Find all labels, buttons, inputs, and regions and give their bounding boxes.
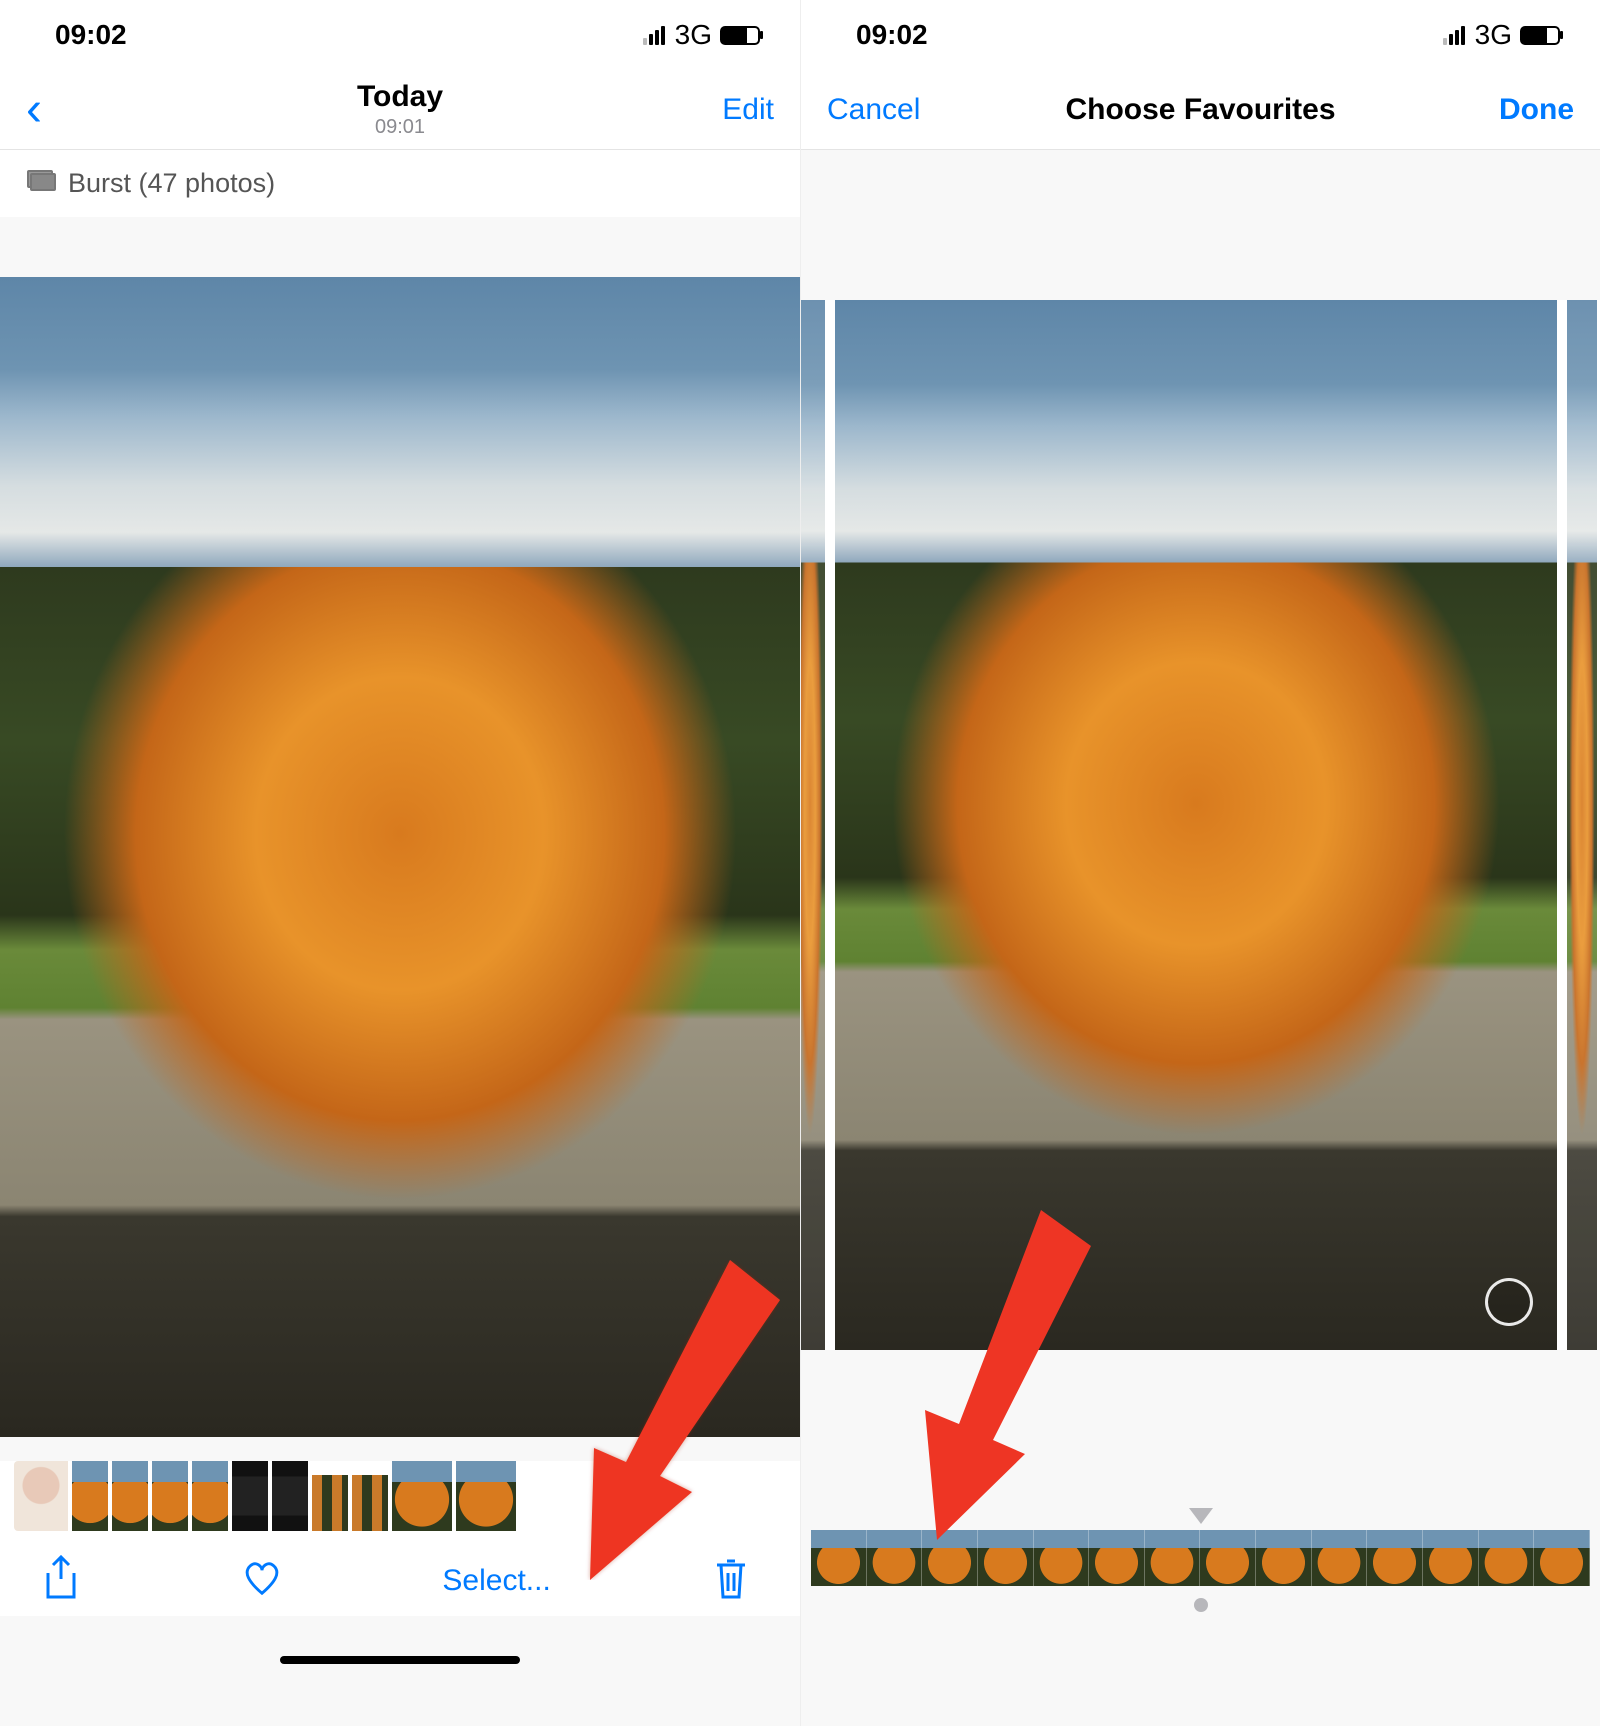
- status-time: 09:02: [55, 19, 127, 51]
- thumbnail[interactable]: [312, 1461, 348, 1531]
- burst-label: Burst (47 photos): [68, 168, 275, 199]
- thumbnail[interactable]: [352, 1461, 388, 1531]
- thumbnail-strip[interactable]: [0, 1461, 800, 1531]
- status-bar: 09:02 3G: [801, 0, 1600, 70]
- favorite-button[interactable]: [241, 1555, 283, 1606]
- photo-next-sliver[interactable]: [1567, 300, 1597, 1350]
- scrubber-frame[interactable]: [867, 1530, 923, 1586]
- scrubber-marker-icon: [1189, 1508, 1213, 1524]
- status-time: 09:02: [856, 19, 928, 51]
- main-photo-area: [0, 277, 800, 1437]
- done-button[interactable]: Done: [1499, 93, 1574, 127]
- network-label: 3G: [1475, 19, 1512, 51]
- scrubber-frame[interactable]: [811, 1530, 867, 1586]
- nav-title: Today 09:01: [206, 80, 594, 139]
- share-button[interactable]: [40, 1555, 82, 1606]
- nav-title-main: Today: [206, 80, 594, 114]
- selection-circle[interactable]: [1485, 1278, 1533, 1326]
- back-button[interactable]: ‹: [26, 86, 42, 134]
- nav-bar: Cancel Choose Favourites Done: [801, 70, 1600, 150]
- scrubber-frame[interactable]: [1089, 1530, 1145, 1586]
- select-button[interactable]: Select...: [442, 1564, 550, 1598]
- thumbnail[interactable]: [192, 1461, 228, 1531]
- scrubber-frame[interactable]: [1200, 1530, 1256, 1586]
- thumbnail[interactable]: [456, 1461, 516, 1531]
- favourites-photo-area[interactable]: [801, 300, 1600, 1350]
- thumbnail[interactable]: [152, 1461, 188, 1531]
- nav-bar: ‹ Today 09:01 Edit: [0, 70, 800, 150]
- thumbnail[interactable]: [272, 1461, 308, 1531]
- choose-favourites-view: 09:02 3G Cancel Choose Favourites Done: [800, 0, 1600, 1726]
- status-right: 3G: [643, 19, 760, 51]
- scrubber-frame[interactable]: [922, 1530, 978, 1586]
- scrubber-frame[interactable]: [1534, 1530, 1590, 1586]
- thumbnail[interactable]: [392, 1461, 452, 1531]
- scrubber-frame[interactable]: [1256, 1530, 1312, 1586]
- scrubber-frame[interactable]: [1367, 1530, 1423, 1586]
- edit-button[interactable]: Edit: [722, 93, 774, 127]
- scrubber-frame[interactable]: [1423, 1530, 1479, 1586]
- home-indicator[interactable]: [280, 1656, 520, 1664]
- status-right: 3G: [1443, 19, 1560, 51]
- nav-title: Choose Favourites: [1007, 93, 1394, 127]
- signal-icon: [1443, 26, 1465, 45]
- thumbnail[interactable]: [14, 1461, 68, 1531]
- signal-icon: [643, 26, 665, 45]
- thumbnail[interactable]: [72, 1461, 108, 1531]
- thumbnail[interactable]: [112, 1461, 148, 1531]
- burst-photo[interactable]: [0, 277, 800, 1437]
- status-bar: 09:02 3G: [0, 0, 800, 70]
- battery-icon: [1520, 26, 1560, 45]
- scrubber-frame[interactable]: [1145, 1530, 1201, 1586]
- burst-label-row: Burst (47 photos): [0, 150, 800, 217]
- scrubber-dot-icon: [1194, 1598, 1208, 1612]
- scrubber-frame[interactable]: [978, 1530, 1034, 1586]
- scrubber-frame[interactable]: [1034, 1530, 1090, 1586]
- scrubber[interactable]: [801, 1530, 1600, 1586]
- network-label: 3G: [675, 19, 712, 51]
- thumbnail[interactable]: [232, 1461, 268, 1531]
- photo-prev-sliver[interactable]: [801, 300, 825, 1350]
- cancel-button[interactable]: Cancel: [827, 93, 920, 127]
- bottom-toolbar: Select...: [0, 1531, 800, 1616]
- burst-photo-view: 09:02 3G ‹ Today 09:01 Edit Burst (47 ph…: [0, 0, 800, 1726]
- battery-icon: [720, 26, 760, 45]
- burst-stack-icon: [30, 173, 56, 195]
- favourite-photo[interactable]: [835, 300, 1557, 1350]
- scrubber-frame[interactable]: [1312, 1530, 1368, 1586]
- delete-button[interactable]: [710, 1555, 752, 1606]
- scrubber-frame[interactable]: [1479, 1530, 1535, 1586]
- nav-title-sub: 09:01: [206, 116, 594, 139]
